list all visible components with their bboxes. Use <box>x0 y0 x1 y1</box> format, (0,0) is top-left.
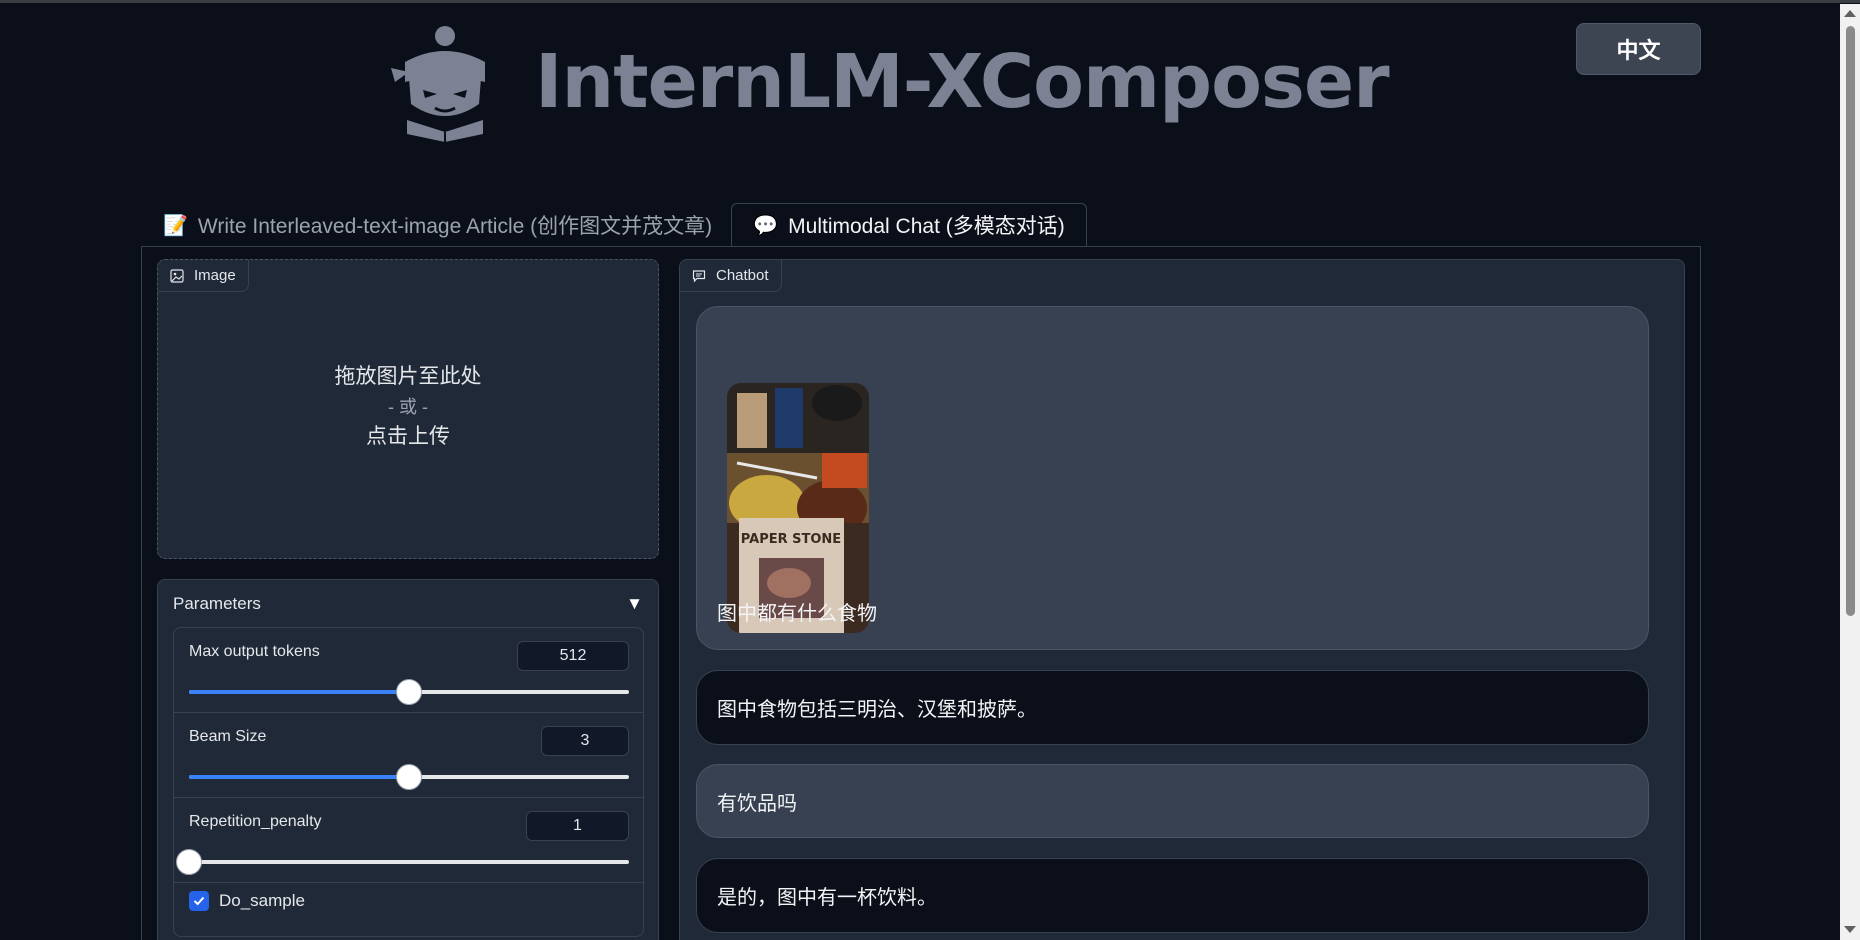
parameters-accordion: Parameters ▼ Max output tokens 512 Beam … <box>157 579 659 940</box>
beam-size-label: Beam Size <box>189 728 267 745</box>
tab-write-article-label: Write Interleaved-text-image Article (创作… <box>197 215 713 238</box>
repetition-penalty-row: Repetition_penalty 1 <box>174 798 643 883</box>
chatbot-panel: Chatbot PAPER STONE 图中都有什么食物 图中食物包括三明治、汉… <box>679 259 1685 940</box>
chat-message-user: PAPER STONE 图中都有什么食物 <box>696 306 1649 650</box>
repetition-penalty-input[interactable]: 1 <box>526 811 629 841</box>
chat-message-bot: 是的，图中有一杯饮料。 <box>696 858 1649 933</box>
upload-instructions: 拖放图片至此处 - 或 - 点击上传 <box>158 362 658 452</box>
slider-fill <box>189 690 409 694</box>
chat-message-bot: 图中食物包括三明治、汉堡和披萨。 <box>696 670 1649 745</box>
do-sample-checkbox[interactable] <box>189 891 209 911</box>
image-label-text: Image <box>194 267 236 284</box>
mascot-logo-icon <box>391 26 485 142</box>
do-sample-label: Do_sample <box>219 891 305 910</box>
image-upload-dropzone[interactable]: Image 拖放图片至此处 - 或 - 点击上传 <box>157 259 659 559</box>
tab-bar: 📝 Write Interleaved-text-image Article (… <box>141 203 1087 247</box>
do-sample-row: Do_sample <box>189 891 305 911</box>
slider-thumb[interactable] <box>396 764 422 790</box>
window-top-border <box>0 0 1860 3</box>
beam-size-input[interactable]: 3 <box>541 726 629 756</box>
slider-thumb[interactable] <box>176 849 202 875</box>
max-output-tokens-slider[interactable] <box>189 679 629 705</box>
bot-message-text: 图中食物包括三明治、汉堡和披萨。 <box>717 699 1037 721</box>
parameters-header[interactable]: Parameters ▼ <box>173 594 643 614</box>
page-scrollbar[interactable] <box>1840 4 1860 940</box>
click-upload-text: 点击上传 <box>366 425 450 448</box>
speech-bubble-icon: 💬 <box>753 214 779 237</box>
memo-icon: 📝 <box>163 214 188 237</box>
scrollbar-thumb[interactable] <box>1846 26 1855 616</box>
max-output-tokens-row: Max output tokens 512 <box>174 628 643 713</box>
user-message-text: 有饮品吗 <box>717 792 797 815</box>
beam-size-row: Beam Size 3 <box>174 713 643 798</box>
scroll-down-arrow-icon[interactable] <box>1844 926 1856 933</box>
tab-write-article[interactable]: 📝 Write Interleaved-text-image Article (… <box>141 203 734 247</box>
user-message-text: 图中都有什么食物 <box>717 603 877 625</box>
app-title: InternLM-XComposer <box>535 39 1390 125</box>
scroll-up-arrow-icon[interactable] <box>1844 10 1856 17</box>
max-output-tokens-input[interactable]: 512 <box>517 641 629 671</box>
slider-thumb[interactable] <box>396 679 422 705</box>
repetition-penalty-label: Repetition_penalty <box>189 813 322 830</box>
chat-message-user: 有饮品吗 <box>696 764 1649 838</box>
parameters-group: Max output tokens 512 Beam Size 3 Repeti… <box>173 627 644 937</box>
language-toggle-button[interactable]: 中文 <box>1576 23 1701 75</box>
tab-multimodal-chat-label: Multimodal Chat (多模态对话) <box>788 215 1065 238</box>
tab-multimodal-chat[interactable]: 💬 Multimodal Chat (多模态对话) <box>731 203 1087 247</box>
image-block-label: Image <box>158 260 249 292</box>
chatbot-label-text: Chatbot <box>716 267 769 284</box>
max-output-tokens-label: Max output tokens <box>189 643 320 660</box>
slider-fill <box>189 775 409 779</box>
food-photo-image: PAPER STONE <box>727 383 869 633</box>
photo-box-text: PAPER STONE <box>741 532 841 547</box>
parameters-title: Parameters <box>173 594 261 613</box>
beam-size-slider[interactable] <box>189 764 629 790</box>
chatbot-block-label: Chatbot <box>680 260 782 292</box>
repetition-penalty-slider[interactable] <box>176 849 629 875</box>
or-separator: - 或 - <box>388 397 428 417</box>
bot-message-text: 是的，图中有一杯饮料。 <box>717 887 937 909</box>
collapse-caret-icon[interactable]: ▼ <box>626 594 643 614</box>
checkmark-icon <box>193 896 205 906</box>
drop-image-text: 拖放图片至此处 <box>334 365 482 388</box>
chat-icon <box>692 269 706 282</box>
uploaded-food-photo[interactable]: PAPER STONE <box>727 383 869 633</box>
image-icon <box>170 268 184 283</box>
logo: InternLM-XComposer <box>385 22 1390 142</box>
